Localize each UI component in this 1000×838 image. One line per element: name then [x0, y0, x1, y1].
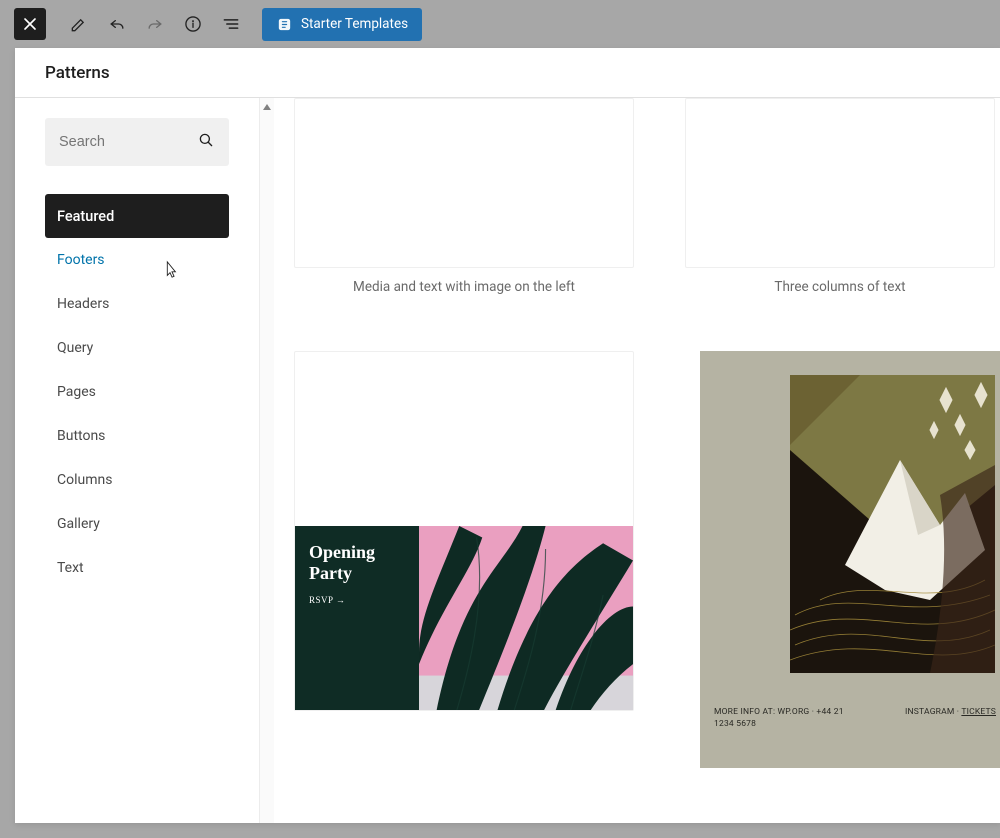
search-input[interactable] [59, 134, 179, 150]
panel-title: Patterns [15, 48, 1000, 98]
pattern-preview[interactable]: OpeningParty RSVP → [294, 351, 634, 768]
patterns-panel: Patterns Featured Footers Headers Query … [15, 48, 1000, 823]
art-link-tickets[interactable]: TICKETS [961, 707, 996, 717]
pattern-preview[interactable]: Media and text with image on the left [294, 98, 634, 295]
edit-button[interactable] [62, 7, 96, 41]
scroll-indicator[interactable] [260, 98, 274, 823]
party-title: Party [309, 563, 352, 583]
category-headers[interactable]: Headers [45, 282, 229, 326]
party-image [419, 526, 633, 710]
pattern-caption: Three columns of text [680, 279, 1000, 295]
undo-icon [107, 14, 127, 34]
category-columns[interactable]: Columns [45, 458, 229, 502]
category-query[interactable]: Query [45, 326, 229, 370]
info-icon [183, 14, 203, 34]
pattern-thumbnail: OpeningParty RSVP → [294, 351, 634, 711]
category-featured[interactable]: Featured [45, 194, 229, 238]
art-footer: MORE INFO AT: WP.ORG · +44 21 1234 5678 … [714, 707, 996, 730]
panel-body: Featured Footers Headers Query Pages But… [15, 98, 1000, 823]
list-view-icon [221, 14, 241, 34]
party-rsvp: RSVP → [309, 595, 405, 605]
party-title: Opening [309, 542, 375, 562]
pattern-thumbnail [294, 98, 634, 268]
category-buttons[interactable]: Buttons [45, 414, 229, 458]
category-label: Featured [57, 208, 114, 225]
category-text[interactable]: Text [45, 546, 229, 590]
starter-templates-button[interactable]: Starter Templates [262, 8, 422, 41]
starter-templates-label: Starter Templates [301, 16, 408, 32]
search-field-wrap[interactable] [45, 118, 229, 166]
category-gallery[interactable]: Gallery [45, 502, 229, 546]
category-footers[interactable]: Footers [45, 238, 229, 282]
pattern-thumbnail [685, 98, 995, 268]
template-icon [276, 16, 293, 33]
art-info-left: MORE INFO AT: WP.ORG · +44 21 1234 5678 [714, 707, 864, 730]
category-label: Buttons [57, 428, 105, 444]
category-label: Footers [57, 252, 105, 268]
pattern-preview[interactable]: Three columns of text [680, 98, 1000, 295]
pattern-caption: Media and text with image on the left [294, 279, 634, 295]
search-icon [197, 131, 215, 153]
patterns-sidebar: Featured Footers Headers Query Pages But… [15, 98, 260, 823]
category-label: Gallery [57, 516, 100, 532]
list-view-button[interactable] [214, 7, 248, 41]
close-button[interactable] [14, 8, 46, 40]
close-icon [20, 14, 40, 34]
art-image [790, 375, 995, 673]
category-label: Headers [57, 296, 109, 312]
info-button[interactable] [176, 7, 210, 41]
category-pages[interactable]: Pages [45, 370, 229, 414]
editor-toolbar: Starter Templates [0, 0, 1000, 48]
redo-icon [145, 14, 165, 34]
pattern-thumbnail: MORE INFO AT: WP.ORG · +44 21 1234 5678 … [700, 351, 1000, 768]
party-text-panel: OpeningParty RSVP → [295, 526, 419, 710]
pencil-icon [69, 14, 89, 34]
category-label: Pages [57, 384, 96, 400]
undo-button[interactable] [100, 7, 134, 41]
category-label: Query [57, 340, 93, 356]
pattern-preview[interactable]: MORE INFO AT: WP.ORG · +44 21 1234 5678 … [700, 351, 1000, 768]
art-link-instagram: INSTAGRAM [905, 707, 954, 717]
category-label: Text [57, 560, 84, 576]
redo-button[interactable] [138, 7, 172, 41]
art-info-right: INSTAGRAM · TICKETS [905, 707, 996, 717]
patterns-gallery: Media and text with image on the left Th… [274, 98, 1000, 823]
category-label: Columns [57, 472, 112, 488]
